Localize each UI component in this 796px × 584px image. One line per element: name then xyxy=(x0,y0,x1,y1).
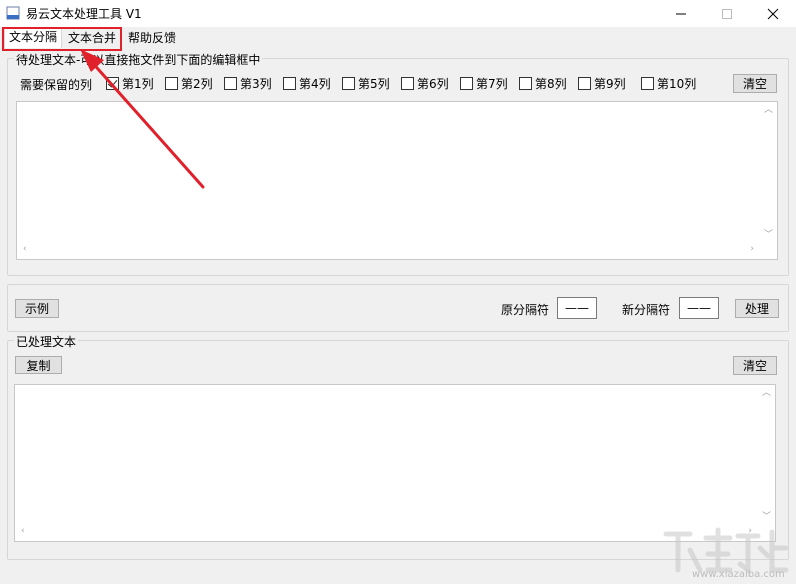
column-checkbox-9[interactable]: 第9列 xyxy=(578,75,626,92)
scroll-down-icon[interactable]: ﹀ xyxy=(764,231,773,240)
copy-button[interactable]: 复制 xyxy=(15,356,62,374)
close-icon xyxy=(767,8,779,19)
close-button[interactable] xyxy=(750,0,796,27)
column-label: 第3列 xyxy=(240,77,272,91)
scroll-right-icon[interactable]: › xyxy=(750,245,754,254)
checkbox-icon[interactable] xyxy=(401,77,414,90)
checkbox-checked-icon[interactable] xyxy=(106,77,119,90)
tab-text-merge[interactable]: 文本合并 xyxy=(64,29,121,49)
scroll-left-icon[interactable]: ‹ xyxy=(23,245,27,254)
column-checkbox-6[interactable]: 第6列 xyxy=(401,75,449,92)
clear-input-button[interactable]: 清空 xyxy=(733,74,777,93)
input-textarea[interactable]: ︿ ﹀ ‹ › xyxy=(16,101,778,260)
orig-separator-label: 原分隔符 xyxy=(501,303,550,317)
new-separator-input[interactable]: —— xyxy=(679,297,719,319)
tab-text-split[interactable]: 文本分隔 xyxy=(4,27,63,48)
column-label: 第6列 xyxy=(417,77,449,91)
new-separator-label: 新分隔符 xyxy=(622,303,671,317)
output-group-title: 已处理文本 xyxy=(14,333,79,350)
minimize-button[interactable] xyxy=(658,0,704,27)
column-label: 第2列 xyxy=(181,77,213,91)
checkbox-icon[interactable] xyxy=(641,77,654,90)
column-checkbox-1[interactable]: 第1列 xyxy=(106,75,154,92)
column-checkbox-4[interactable]: 第4列 xyxy=(283,75,331,92)
process-button[interactable]: 处理 xyxy=(735,299,779,318)
column-label: 第10列 xyxy=(657,77,697,91)
checkbox-icon[interactable] xyxy=(519,77,532,90)
column-checkbox-7[interactable]: 第7列 xyxy=(460,75,508,92)
scroll-left-icon[interactable]: ‹ xyxy=(21,527,25,536)
input-group-title: 待处理文本-可以直接拖文件到下面的编辑框中 xyxy=(14,51,263,68)
scroll-up-icon[interactable]: ︿ xyxy=(764,106,773,115)
column-label: 第8列 xyxy=(535,77,567,91)
tab-help-feedback[interactable]: 帮助反馈 xyxy=(124,29,180,49)
column-label: 第5列 xyxy=(358,77,390,91)
vertical-scrollbar[interactable]: ︿ ﹀ xyxy=(758,385,775,524)
columns-label: 需要保留的列 xyxy=(20,78,93,92)
column-checkbox-8[interactable]: 第8列 xyxy=(519,75,567,92)
orig-separator-input[interactable]: —— xyxy=(557,297,597,319)
clear-output-button[interactable]: 清空 xyxy=(733,356,777,375)
maximize-button[interactable] xyxy=(704,0,750,27)
watermark-text: www.xiazaiba.com xyxy=(692,569,785,580)
app-icon xyxy=(6,6,20,20)
scroll-up-icon[interactable]: ︿ xyxy=(762,389,771,398)
vertical-scrollbar[interactable]: ︿ ﹀ xyxy=(760,102,777,242)
process-group-box xyxy=(7,284,789,332)
output-textarea[interactable]: ︿ ﹀ ‹ › xyxy=(14,384,776,542)
maximize-icon xyxy=(722,8,732,19)
column-checkbox-10[interactable]: 第10列 xyxy=(641,75,696,92)
column-label: 第4列 xyxy=(299,77,331,91)
checkbox-icon[interactable] xyxy=(165,77,178,90)
example-button[interactable]: 示例 xyxy=(15,299,59,318)
horizontal-scrollbar[interactable]: ‹ › xyxy=(17,242,760,259)
column-checkbox-2[interactable]: 第2列 xyxy=(165,75,213,92)
window-title: 易云文本处理工具 V1 xyxy=(26,7,142,21)
column-checkbox-5[interactable]: 第5列 xyxy=(342,75,390,92)
column-label: 第9列 xyxy=(594,77,626,91)
checkbox-icon[interactable] xyxy=(224,77,237,90)
column-label: 第7列 xyxy=(476,77,508,91)
minimize-icon xyxy=(676,13,686,14)
checkbox-icon[interactable] xyxy=(460,77,473,90)
checkbox-icon[interactable] xyxy=(578,77,591,90)
checkbox-icon[interactable] xyxy=(283,77,296,90)
checkbox-icon[interactable] xyxy=(342,77,355,90)
column-checkbox-3[interactable]: 第3列 xyxy=(224,75,272,92)
column-label: 第1列 xyxy=(122,77,154,91)
horizontal-scrollbar[interactable]: ‹ › xyxy=(15,524,758,541)
